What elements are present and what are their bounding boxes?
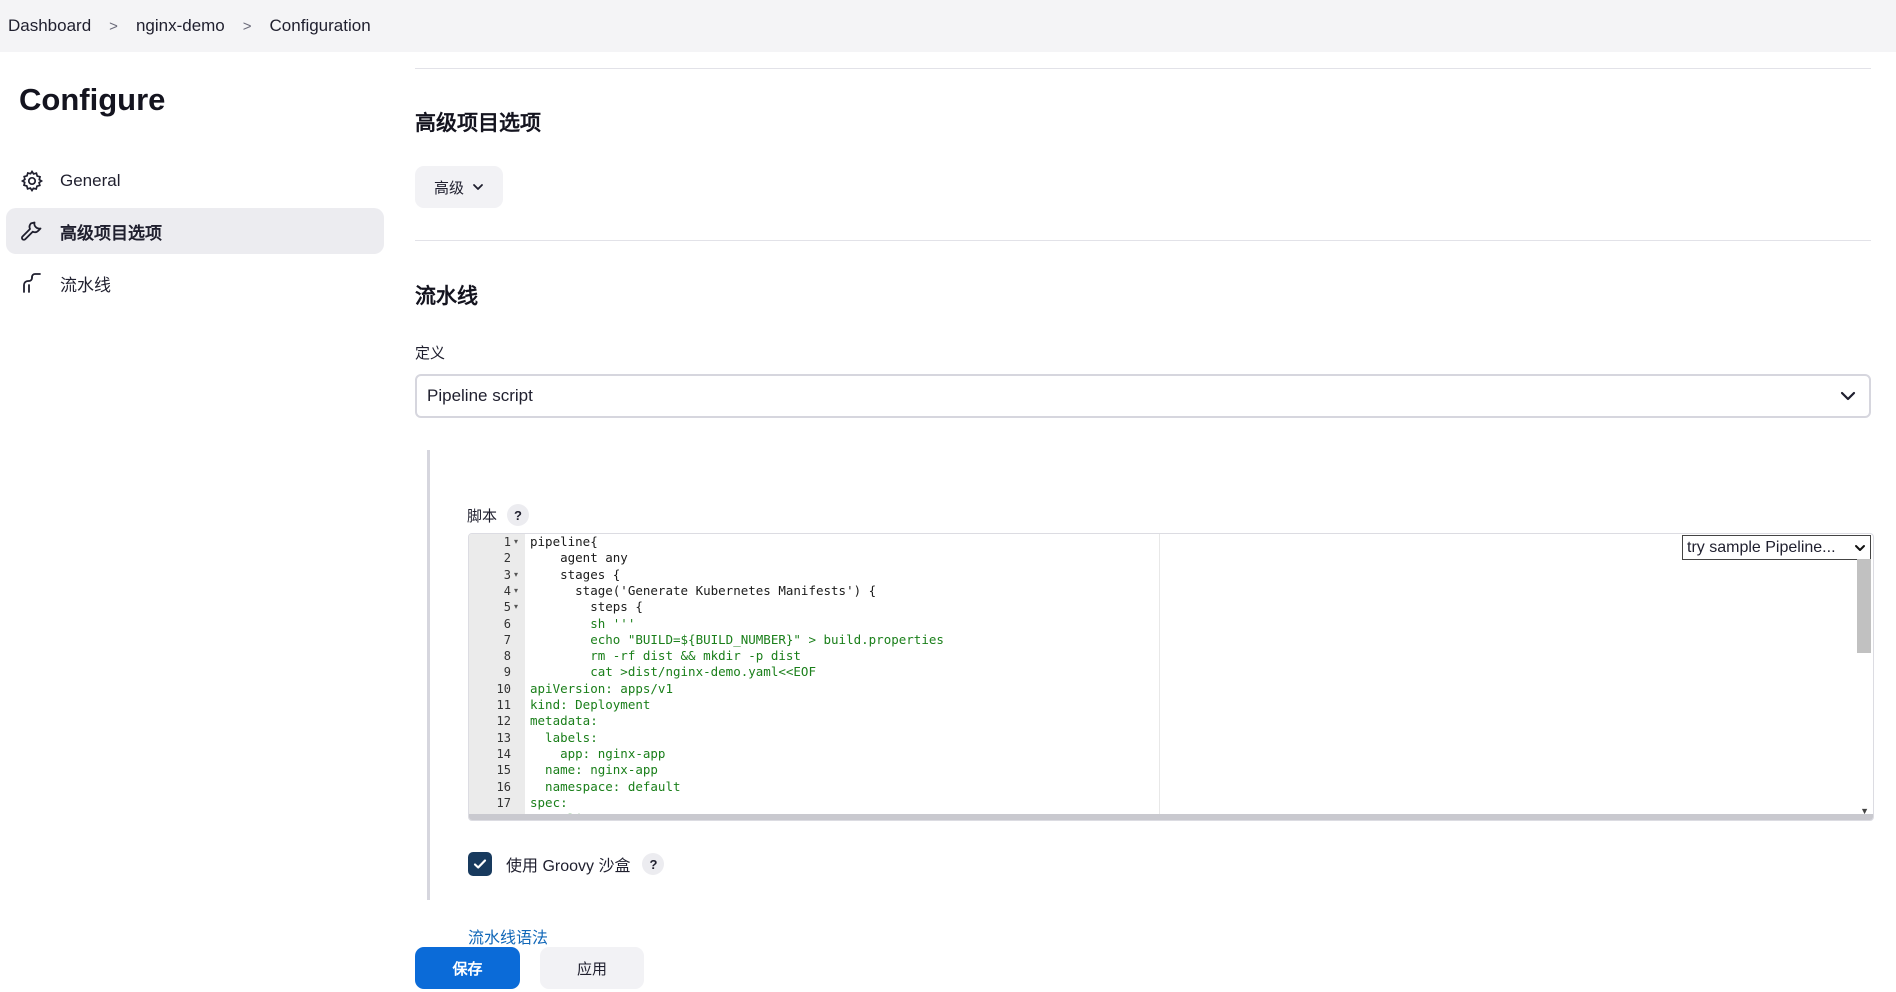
line-number: 13: [496, 730, 511, 745]
pipeline-script-panel: 脚本 ? 1▾23▾4▾5▾6789101112131415161718 pip…: [427, 450, 1874, 947]
line-number: 6: [503, 616, 511, 631]
breadcrumb-dashboard[interactable]: Dashboard: [8, 16, 91, 36]
definition-select-value: Pipeline script: [427, 386, 533, 405]
line-number: 11: [496, 698, 511, 712]
script-label: 脚本: [467, 507, 498, 525]
pipeline-icon: [20, 271, 44, 295]
code-line: agent any: [530, 550, 628, 566]
help-icon[interactable]: ?: [507, 504, 530, 526]
advanced-section-title: 高级项目选项: [415, 112, 541, 135]
code-line: kind: Deployment: [530, 697, 651, 712]
print-margin-line: [1159, 534, 1160, 820]
chevron-down-icon: [1839, 387, 1857, 405]
advanced-toggle-button[interactable]: 高级: [415, 166, 503, 208]
breadcrumb-configuration[interactable]: Configuration: [270, 16, 371, 36]
sidebar: Configure General 高级项目选项 流水线: [0, 52, 392, 992]
fold-toggle-icon[interactable]: ▾: [514, 599, 518, 615]
code-line: steps {: [530, 599, 643, 615]
fold-toggle-icon[interactable]: ▾: [514, 534, 518, 550]
line-number: 16: [496, 779, 511, 794]
code-line: sh ''': [530, 615, 636, 631]
help-icon[interactable]: ?: [642, 853, 665, 875]
page-title: Configure: [19, 82, 166, 117]
code-line: echo "BUILD=${BUILD_NUMBER}" > build.pro…: [530, 631, 944, 647]
wrench-icon: [20, 219, 44, 243]
line-number: 15: [496, 763, 511, 778]
line-number: 7: [503, 632, 511, 647]
code-line: labels:: [530, 729, 598, 745]
code-line: pipeline{: [530, 534, 598, 549]
line-number: 14: [496, 746, 511, 761]
section-divider: [415, 68, 1871, 69]
advanced-button-label: 高级: [433, 179, 464, 197]
line-number: 2: [503, 551, 511, 566]
line-number: 1: [503, 535, 511, 549]
chevron-down-icon: [472, 181, 484, 193]
line-number: 5: [503, 600, 511, 615]
code-line: apiVersion: apps/v1: [530, 680, 673, 696]
line-number: 8: [503, 649, 511, 664]
code-line: stages {: [530, 566, 621, 582]
breadcrumb-job[interactable]: nginx-demo: [136, 16, 225, 36]
sidebar-item-label: 高级项目选项: [60, 223, 162, 243]
horizontal-scrollbar[interactable]: [469, 814, 1873, 820]
fold-toggle-icon[interactable]: ▾: [514, 567, 518, 583]
section-divider: [415, 240, 1871, 241]
sample-select-value: try sample Pipeline...: [1687, 538, 1836, 556]
line-number: 3: [503, 567, 511, 582]
code-line: name: nginx-app: [530, 762, 658, 778]
groovy-sandbox-checkbox[interactable]: [468, 852, 492, 876]
line-number: 17: [496, 795, 511, 810]
code-line: stage('Generate Kubernetes Manifests') {: [530, 582, 877, 598]
code-line: metadata:: [530, 713, 598, 729]
pipeline-syntax-link[interactable]: 流水线语法: [468, 924, 548, 948]
pipeline-section-title: 流水线: [415, 285, 478, 308]
apply-button[interactable]: 应用: [540, 947, 644, 989]
definition-select[interactable]: Pipeline script: [415, 374, 1871, 418]
line-number: 10: [496, 681, 511, 696]
code-line: rm -rf dist && mkdir -p dist: [530, 648, 801, 664]
fold-toggle-icon[interactable]: ▾: [514, 583, 518, 599]
vertical-scrollbar[interactable]: ▼: [1855, 559, 1873, 816]
chevron-down-icon: [1854, 542, 1866, 554]
line-number: 9: [503, 665, 511, 680]
scrollbar-thumb[interactable]: [1857, 559, 1871, 653]
breadcrumb-separator: >: [109, 17, 118, 35]
code-line: app: nginx-app: [530, 745, 666, 761]
sidebar-item-advanced[interactable]: 高级项目选项: [6, 208, 384, 254]
groovy-sandbox-row: 使用 Groovy 沙盒 ?: [468, 852, 665, 876]
sample-pipeline-select[interactable]: try sample Pipeline...: [1682, 535, 1871, 560]
sidebar-item-label: General: [60, 171, 121, 190]
main-content: 高级项目选项 高级 流水线 定义 Pipeline script 脚本 ? 1 ▾…: [415, 52, 1874, 992]
code-line: namespace: default: [530, 778, 681, 794]
code-line: cat >dist/nginx-demo.yaml<<EOF: [530, 664, 816, 680]
script-editor[interactable]: 1▾23▾4▾5▾6789101112131415161718 pipeline…: [468, 533, 1874, 821]
groovy-sandbox-label: 使用 Groovy 沙盒: [506, 858, 631, 875]
gear-icon: [20, 169, 44, 193]
breadcrumb-separator: >: [242, 17, 252, 35]
definition-label: 定义: [415, 345, 446, 362]
sidebar-item-label: 流水线: [60, 275, 111, 295]
breadcrumb: Dashboard > nginx-demo > Configuration: [0, 0, 1896, 52]
sidebar-item-pipeline[interactable]: 流水线: [6, 260, 384, 306]
sidebar-item-general[interactable]: General: [6, 158, 384, 204]
editor-gutter: 1▾23▾4▾5▾6789101112131415161718: [469, 534, 525, 820]
line-number: 12: [496, 714, 511, 729]
save-button[interactable]: 保存: [415, 947, 520, 989]
line-number: 4: [503, 583, 511, 598]
code-line: spec:: [530, 794, 568, 810]
script-label-row: 脚本 ?: [467, 504, 530, 526]
